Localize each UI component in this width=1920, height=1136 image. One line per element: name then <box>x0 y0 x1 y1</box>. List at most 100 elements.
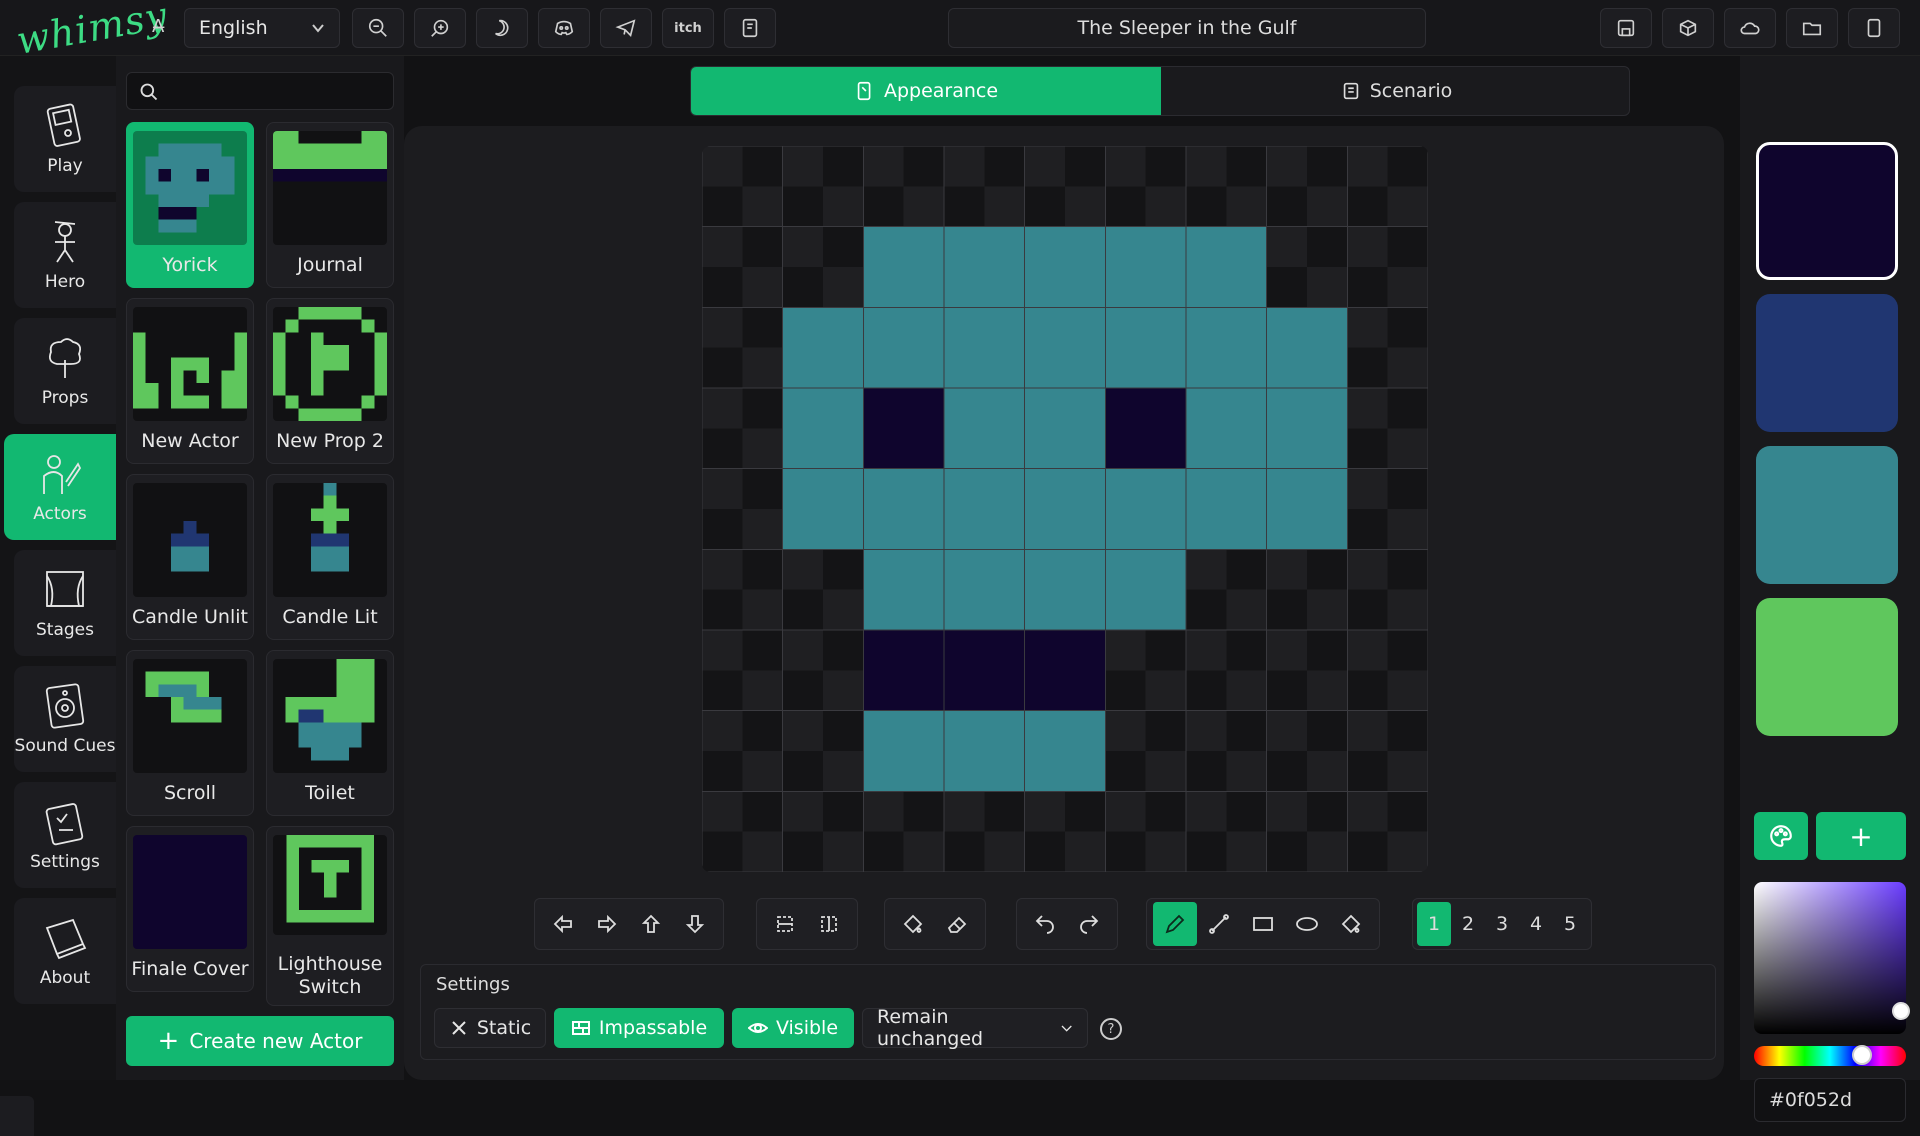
transparent-pixel[interactable] <box>1387 307 1428 348</box>
transparent-pixel[interactable] <box>1347 589 1388 630</box>
transparent-pixel[interactable] <box>1387 226 1428 267</box>
transparent-pixel[interactable] <box>742 307 783 348</box>
transparent-pixel[interactable] <box>944 831 985 872</box>
transparent-pixel[interactable] <box>1347 388 1388 429</box>
transparent-pixel[interactable] <box>742 428 783 469</box>
transparent-pixel[interactable] <box>1387 791 1428 832</box>
transparent-pixel[interactable] <box>1226 751 1267 792</box>
transparent-pixel[interactable] <box>702 670 743 711</box>
transparent-pixel[interactable] <box>782 710 823 751</box>
sprite-pixel[interactable] <box>863 307 944 388</box>
transparent-pixel[interactable] <box>702 388 743 429</box>
ellipse-tool[interactable] <box>1285 902 1329 946</box>
transparent-pixel[interactable] <box>1347 347 1388 388</box>
add-color-button[interactable]: + <box>1816 812 1906 860</box>
transparent-pixel[interactable] <box>1307 267 1348 308</box>
transparent-pixel[interactable] <box>1307 831 1348 872</box>
transparent-pixel[interactable] <box>1105 186 1146 227</box>
transparent-pixel[interactable] <box>1387 388 1428 429</box>
transparent-pixel[interactable] <box>944 186 985 227</box>
transparent-pixel[interactable] <box>823 751 864 792</box>
transparent-pixel[interactable] <box>1266 630 1307 671</box>
open-folder-button[interactable] <box>1786 8 1838 48</box>
sprite-pixel[interactable] <box>1024 549 1106 630</box>
transparent-pixel[interactable] <box>944 791 985 832</box>
transparent-pixel[interactable] <box>742 267 783 308</box>
transparent-pixel[interactable] <box>1186 630 1227 671</box>
transparent-pixel[interactable] <box>1307 670 1348 711</box>
transparent-pixel[interactable] <box>984 831 1025 872</box>
transparent-pixel[interactable] <box>1347 549 1388 590</box>
transparent-pixel[interactable] <box>1387 267 1428 308</box>
sprite-pixel[interactable] <box>1266 307 1348 388</box>
transparent-pixel[interactable] <box>1226 831 1267 872</box>
transparent-pixel[interactable] <box>1186 831 1227 872</box>
transparent-pixel[interactable] <box>782 589 823 630</box>
transparent-pixel[interactable] <box>1186 549 1227 590</box>
sprite-pixel[interactable] <box>863 630 944 711</box>
shift-up-button[interactable] <box>629 902 673 946</box>
search-input[interactable] <box>126 72 394 110</box>
transparent-pixel[interactable] <box>1387 589 1428 630</box>
sprite-pixel[interactable] <box>1024 710 1106 792</box>
transparent-pixel[interactable] <box>702 226 743 267</box>
itch-button[interactable]: itch <box>662 8 714 48</box>
transparent-pixel[interactable] <box>903 186 944 227</box>
sprite-pixel[interactable] <box>1266 388 1348 469</box>
transparent-pixel[interactable] <box>1307 710 1348 751</box>
sprite-pixel[interactable] <box>944 388 1025 469</box>
sprite-pixel[interactable] <box>1186 307 1267 388</box>
transparent-pixel[interactable] <box>702 267 743 308</box>
transparent-pixel[interactable] <box>1387 751 1428 792</box>
transparent-pixel[interactable] <box>702 630 743 671</box>
transparent-pixel[interactable] <box>903 146 944 187</box>
transparent-pixel[interactable] <box>1024 186 1065 227</box>
transparent-pixel[interactable] <box>1347 267 1388 308</box>
transparent-pixel[interactable] <box>823 267 864 308</box>
fill-all-button[interactable] <box>891 902 935 946</box>
transparent-pixel[interactable] <box>1387 428 1428 469</box>
transparent-pixel[interactable] <box>1186 710 1227 751</box>
swatch-0[interactable] <box>1756 142 1898 280</box>
transparent-pixel[interactable] <box>742 146 783 187</box>
sprite-pixel[interactable] <box>944 468 1025 550</box>
transparent-pixel[interactable] <box>1387 831 1428 872</box>
sprite-pixel[interactable] <box>1266 468 1348 550</box>
transparent-pixel[interactable] <box>1266 186 1307 227</box>
transparent-pixel[interactable] <box>1065 791 1106 832</box>
transparent-pixel[interactable] <box>984 186 1025 227</box>
export-button[interactable] <box>1662 8 1714 48</box>
transparent-pixel[interactable] <box>742 589 783 630</box>
transparent-pixel[interactable] <box>1145 791 1186 832</box>
transparent-pixel[interactable] <box>782 549 823 590</box>
redo-button[interactable] <box>1067 902 1111 946</box>
nav-props[interactable]: Props <box>14 318 116 424</box>
transparent-pixel[interactable] <box>1226 791 1267 832</box>
transparent-pixel[interactable] <box>1347 146 1388 187</box>
sprite-canvas[interactable] <box>702 146 1428 872</box>
transparent-pixel[interactable] <box>823 710 864 751</box>
transparent-pixel[interactable] <box>702 186 743 227</box>
frame-3-button[interactable]: 3 <box>1485 902 1519 946</box>
transparent-pixel[interactable] <box>1387 468 1428 509</box>
sprite-pixel[interactable] <box>944 710 1025 792</box>
transparent-pixel[interactable] <box>903 791 944 832</box>
transparent-pixel[interactable] <box>1226 589 1267 630</box>
transparent-pixel[interactable] <box>823 226 864 267</box>
palette-presets-button[interactable] <box>1754 812 1808 860</box>
transparent-pixel[interactable] <box>1105 630 1146 671</box>
sprite-pixel[interactable] <box>1186 226 1267 308</box>
transparent-pixel[interactable] <box>742 509 783 550</box>
transparent-pixel[interactable] <box>1065 146 1106 187</box>
transparent-pixel[interactable] <box>1145 751 1186 792</box>
transparent-pixel[interactable] <box>1266 670 1307 711</box>
transparent-pixel[interactable] <box>782 831 823 872</box>
transparent-pixel[interactable] <box>1266 751 1307 792</box>
transparent-pixel[interactable] <box>1266 226 1307 267</box>
frame-5-button[interactable]: 5 <box>1553 902 1587 946</box>
transparent-pixel[interactable] <box>742 751 783 792</box>
actor-tile-candle-unlit[interactable]: Candle Unlit <box>126 474 254 640</box>
transparent-pixel[interactable] <box>1145 831 1186 872</box>
transparent-pixel[interactable] <box>1065 186 1106 227</box>
transparent-pixel[interactable] <box>1307 186 1348 227</box>
